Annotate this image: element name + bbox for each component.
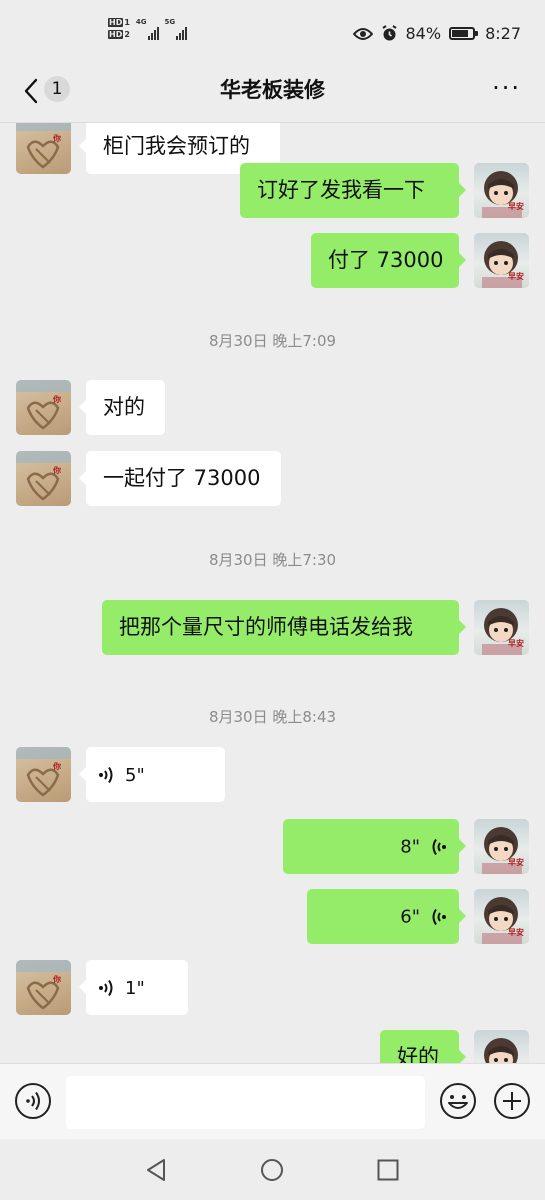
timestamp: 8月30日 晚上7:09 <box>208 332 337 350</box>
contact-avatar-image <box>16 451 71 501</box>
contact-avatar[interactable]: 你 <box>16 451 71 506</box>
my-avatar-label: 早安 <box>508 639 524 648</box>
my-avatar[interactable]: 早安 <box>474 163 529 218</box>
battery-percent: 84% <box>405 24 442 43</box>
contact-avatar-image <box>16 747 71 797</box>
contact-avatar[interactable]: 你 <box>16 380 71 435</box>
input-bar <box>0 1063 545 1139</box>
message-text: 付了 73000 <box>328 248 444 272</box>
contact-avatar[interactable]: 你 <box>16 123 71 174</box>
timestamp: 8月30日 晚上8:43 <box>208 708 337 726</box>
contact-avatar-image <box>16 960 71 1010</box>
contact-avatar[interactable]: 你 <box>16 747 71 802</box>
contact-avatar-label: 你 <box>53 975 61 984</box>
voice-wave-icon <box>432 908 446 926</box>
sim-indicators: HD 1 HD 2 <box>108 18 130 39</box>
contact-avatar-image <box>16 380 71 430</box>
my-avatar-label: 早安 <box>508 858 524 867</box>
hd2-label: HD <box>108 30 124 39</box>
signal-bars-1-icon <box>147 24 159 40</box>
sim1-label: 1 <box>124 18 130 27</box>
more-options-button[interactable]: ··· <box>492 76 521 100</box>
plus-icon[interactable] <box>493 1082 531 1120</box>
message-text: 好的 <box>397 1045 439 1063</box>
clock: 8:27 <box>485 24 521 43</box>
voice-message-bubble[interactable]: 5" <box>79 747 225 802</box>
voice-wave-icon <box>99 979 113 997</box>
triangle-back-icon[interactable] <box>144 1158 168 1182</box>
voice-message-bubble[interactable]: 6" <box>307 889 466 944</box>
status-right: 84% 8:27 <box>352 24 521 43</box>
voice-wave-icon <box>99 766 113 784</box>
my-avatar[interactable]: 早安 <box>474 600 529 655</box>
text-message-bubble[interactable]: 订好了发我看一下 <box>240 163 466 218</box>
circle-home-icon[interactable] <box>260 1158 284 1182</box>
my-avatar[interactable]: 早安 <box>474 233 529 288</box>
message-text: 对的 <box>103 395 145 419</box>
text-message-bubble[interactable]: 一起付了 73000 <box>79 451 281 506</box>
text-message-bubble[interactable]: 对的 <box>79 380 165 435</box>
contact-avatar-label: 你 <box>53 762 61 771</box>
timestamp: 8月30日 晚上7:30 <box>208 551 337 569</box>
sim2-label: 2 <box>124 30 130 39</box>
battery-icon <box>449 27 479 40</box>
hd1-label: HD <box>108 18 124 27</box>
voice-toggle-icon[interactable] <box>14 1082 52 1120</box>
chat-header: 1 华老板装修 ··· <box>0 62 545 122</box>
contact-avatar-label: 你 <box>53 466 61 475</box>
contact-avatar[interactable]: 你 <box>16 960 71 1015</box>
contact-avatar-label: 你 <box>53 134 61 143</box>
network-type-1: 4G <box>135 18 147 26</box>
message-input[interactable] <box>66 1076 425 1129</box>
emoji-icon[interactable] <box>439 1082 477 1120</box>
alarm-icon <box>381 25 397 41</box>
message-text: 订好了发我看一下 <box>257 178 425 202</box>
voice-duration: 1" <box>125 977 145 999</box>
text-message-bubble[interactable]: 好的 <box>380 1030 466 1063</box>
voice-duration: 8" <box>400 836 420 858</box>
voice-message-bubble[interactable]: 8" <box>283 819 466 874</box>
message-text: 柜门我会预订的 <box>103 134 250 158</box>
my-avatar[interactable]: 早安 <box>474 819 529 874</box>
contact-avatar-label: 你 <box>53 395 61 404</box>
voice-wave-icon <box>432 838 446 856</box>
my-avatar-label: 早安 <box>508 272 524 281</box>
voice-message-bubble[interactable]: 1" <box>79 960 188 1015</box>
message-text: 把那个量尺寸的师傅电话发给我 <box>119 615 413 639</box>
my-avatar-label: 早安 <box>508 928 524 937</box>
voice-duration: 6" <box>400 906 420 928</box>
my-avatar[interactable]: 早安 <box>474 1030 529 1063</box>
battery-fill <box>452 30 469 37</box>
contact-avatar-image <box>16 123 71 169</box>
eye-icon <box>352 27 373 40</box>
my-avatar-label: 早安 <box>508 202 524 211</box>
my-avatar-image <box>484 1038 518 1063</box>
chat-title: 华老板装修 <box>220 78 325 102</box>
signal-bars-2-icon <box>176 24 188 40</box>
square-recent-icon[interactable] <box>377 1159 399 1181</box>
voice-duration: 5" <box>125 764 145 786</box>
my-avatar[interactable]: 早安 <box>474 889 529 944</box>
network-type-2: 5G <box>164 18 176 26</box>
system-nav-bar <box>0 1139 545 1200</box>
text-message-bubble[interactable]: 付了 73000 <box>311 233 466 288</box>
message-text: 一起付了 73000 <box>103 466 261 490</box>
message-list[interactable]: 你柜门我会预订的 早安 订好了发我看一下 早安 付了 73000 8月30日 晚上7:09… <box>0 123 545 1063</box>
text-message-bubble[interactable]: 把那个量尺寸的师傅电话发给我 <box>102 600 466 655</box>
signal-area: HD 1 HD 2 4G 5G <box>108 18 188 40</box>
status-bar: HD 1 HD 2 4G 5G 84% 8:27 <box>0 0 545 62</box>
